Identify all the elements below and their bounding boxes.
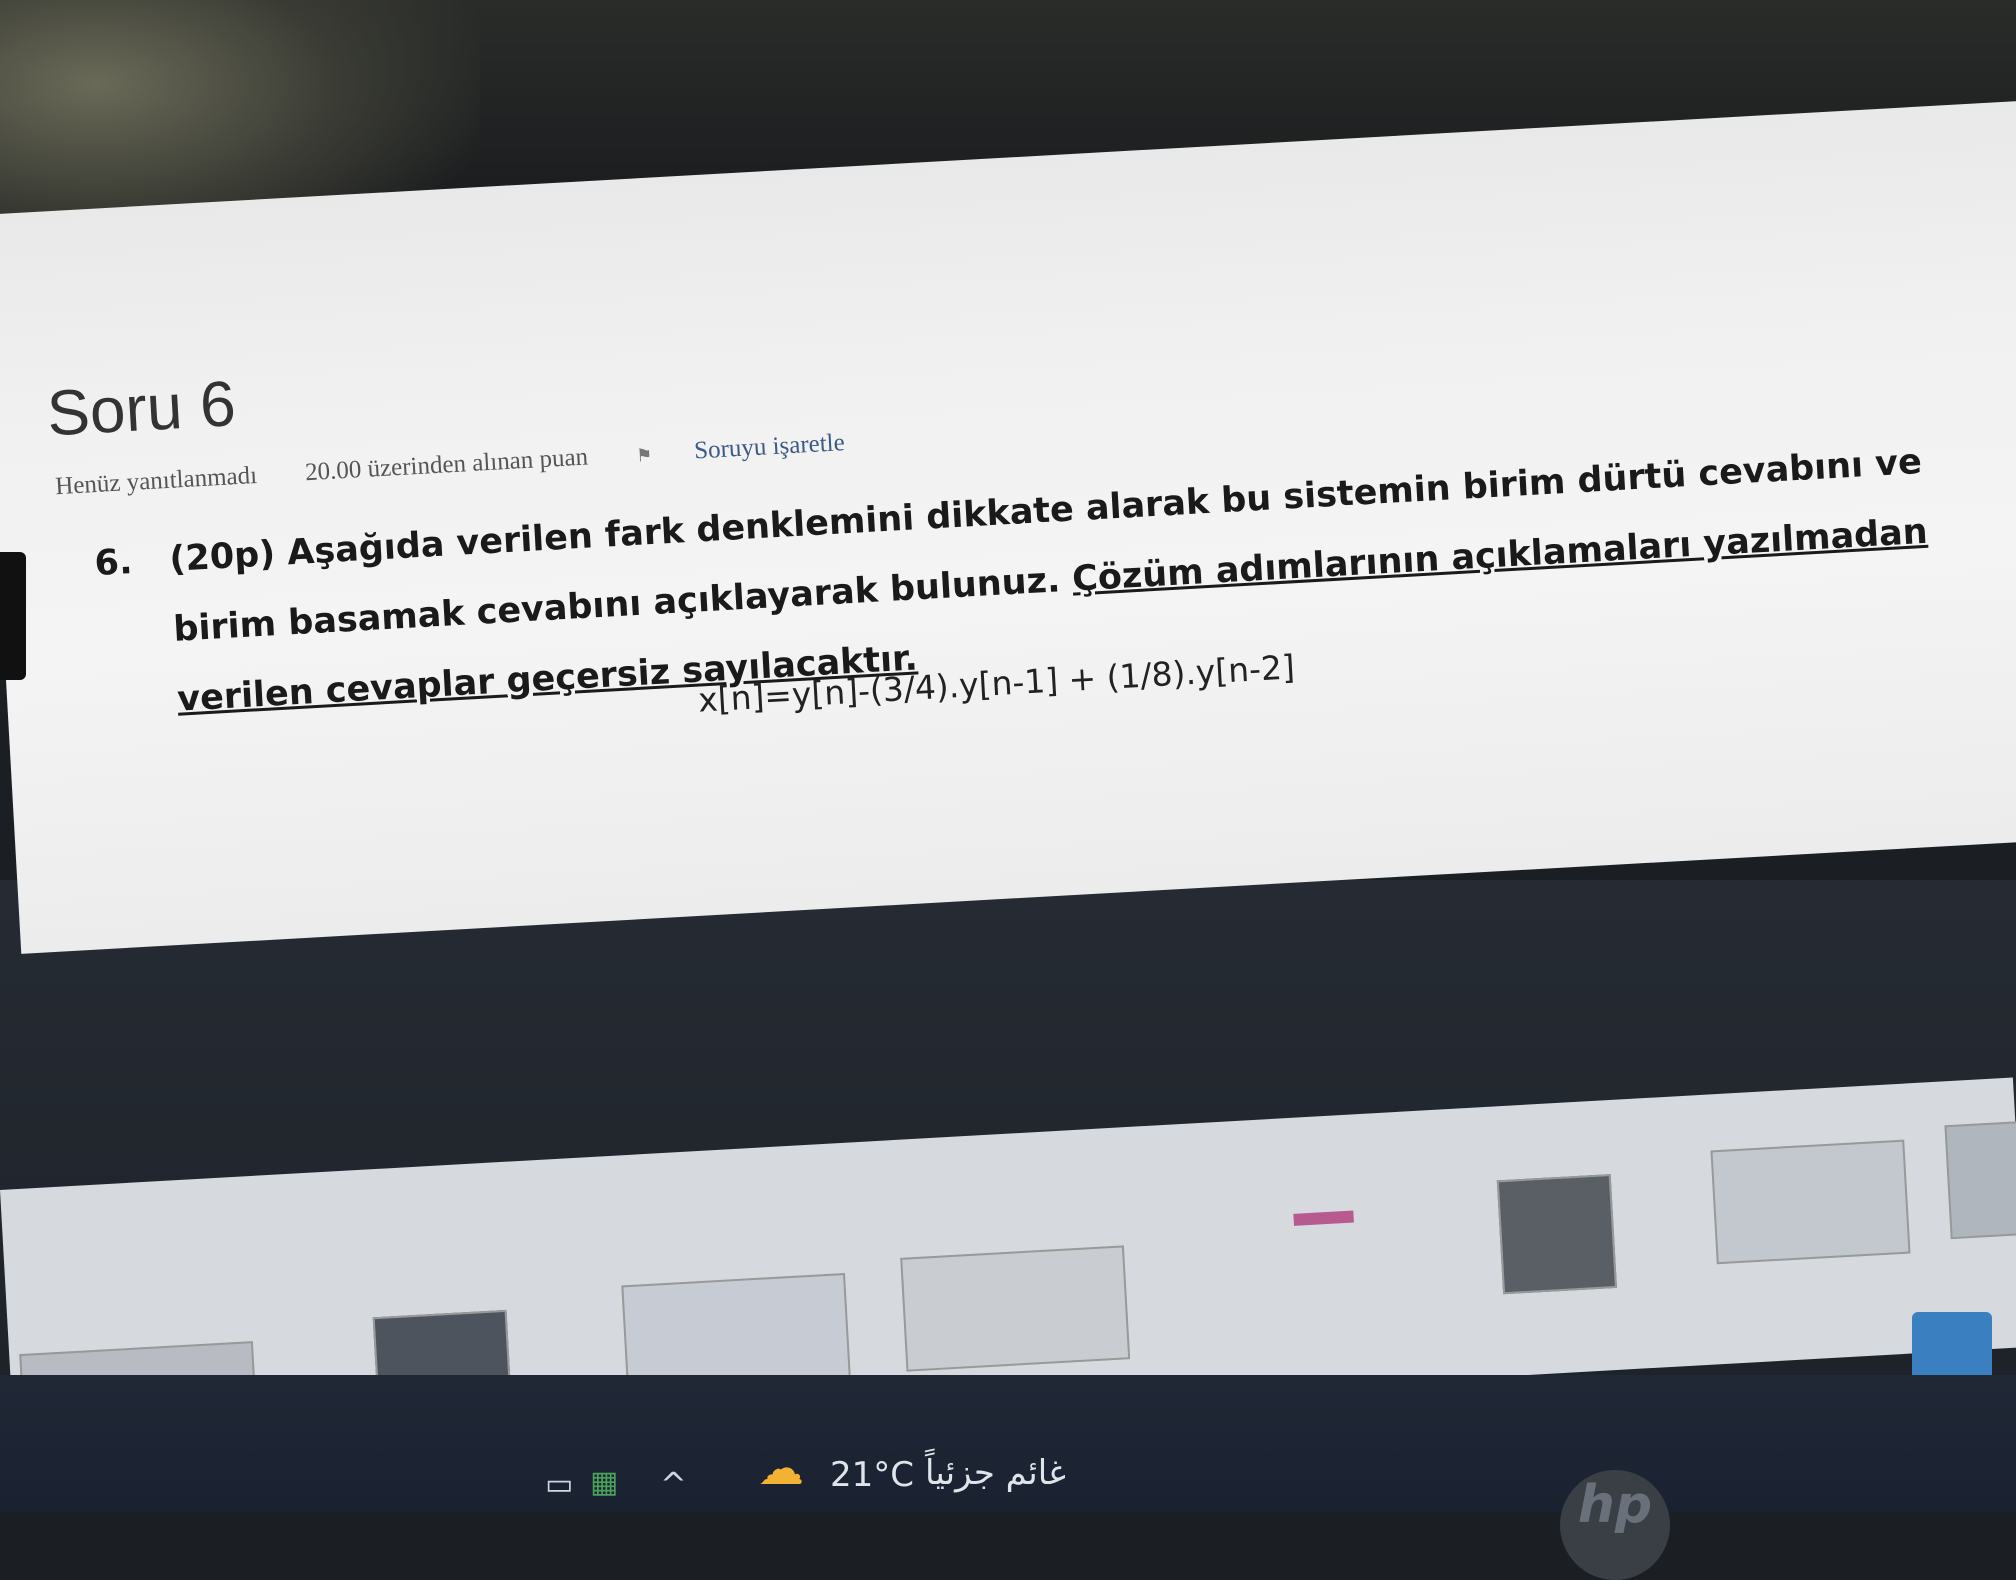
weather-condition[interactable]: غائم جزئياً [925,1453,1066,1493]
question-points-tag: (20p) [168,534,277,580]
answer-status: Henüz yanıtlanmadı [54,461,258,501]
temperature[interactable]: 21°C [830,1455,914,1495]
partly-cloudy-icon[interactable]: ☁ [758,1441,804,1495]
spreadsheet-icon[interactable]: ▦ [590,1465,618,1500]
taskbar: ▭ ▦ ^ ☁ 21°C غائم جزئياً [0,1375,2016,1512]
news-widget-icon[interactable] [1912,1312,1992,1382]
chevron-up-icon[interactable]: ^ [660,1465,687,1503]
flag-question-link[interactable]: ⚑ Soruyu işaretle [635,427,887,468]
page-title: Soru 6 [45,367,238,450]
window-thumbnail[interactable] [1496,1174,1617,1295]
window-thumbnail[interactable] [1293,1210,1354,1226]
hp-logo: hp [1560,1470,1670,1580]
app-icon[interactable]: ▭ [545,1467,573,1502]
window-thumbnail[interactable] [1944,1121,2016,1240]
flag-question-label: Soruyu işaretle [693,429,846,465]
window-thumbnail[interactable] [1710,1139,1911,1265]
flag-icon: ⚑ [635,444,653,466]
quiz-page: Soru 6 Henüz yanıtlanmadı 20.00 üzerinde… [0,98,2016,954]
question-number: 6. [93,542,134,585]
drawer-toggle[interactable] [0,552,26,680]
window-thumbnail[interactable] [900,1245,1131,1372]
points-info: 20.00 üzerinden alınan puan [304,443,589,487]
